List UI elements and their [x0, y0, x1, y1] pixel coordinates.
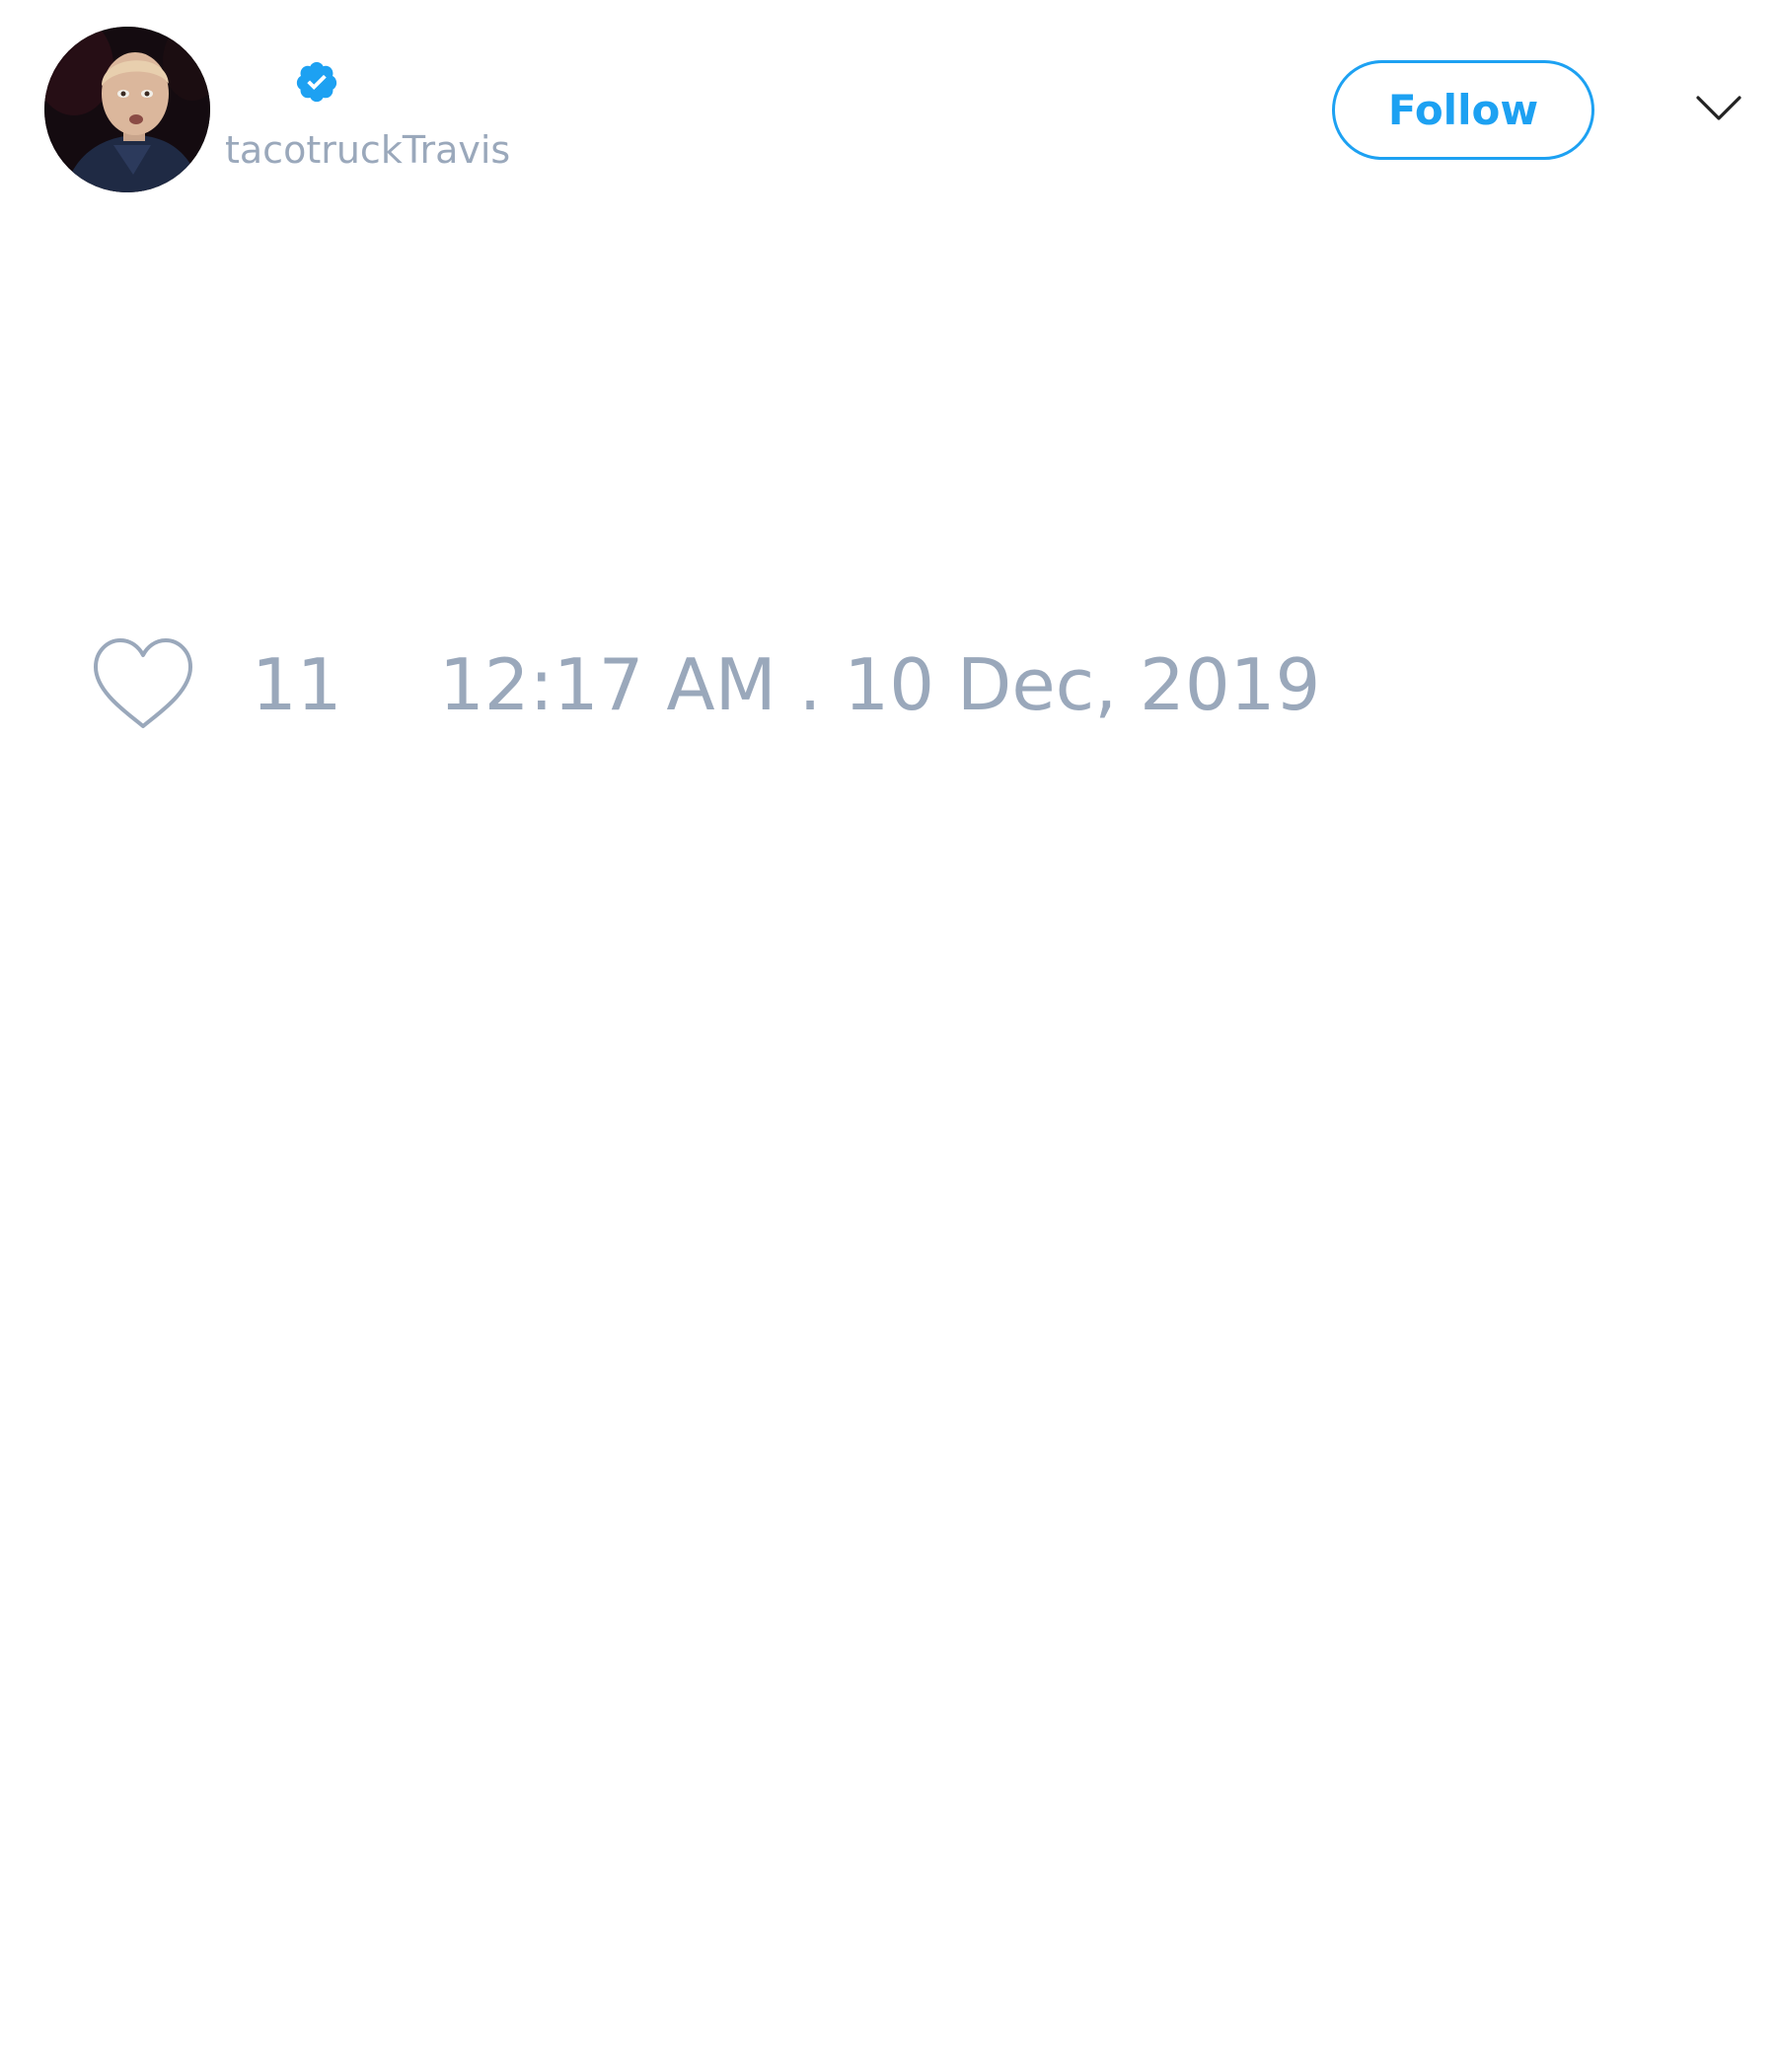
tweet-card: tacotruckTravis Follow 11 12:17 AM . 10 … [0, 0, 1776, 2072]
username[interactable]: tacotruckTravis [225, 126, 510, 174]
avatar[interactable] [44, 27, 210, 192]
chevron-down-icon[interactable] [1695, 93, 1742, 122]
heart-outline-icon[interactable] [90, 636, 196, 731]
follow-button[interactable]: Follow [1332, 60, 1594, 160]
verified-badge-icon [296, 61, 337, 103]
avatar-image [44, 27, 210, 192]
tweet-timestamp[interactable]: 12:17 AM . 10 Dec, 2019 [439, 643, 1320, 726]
like-count: 11 [252, 643, 342, 726]
